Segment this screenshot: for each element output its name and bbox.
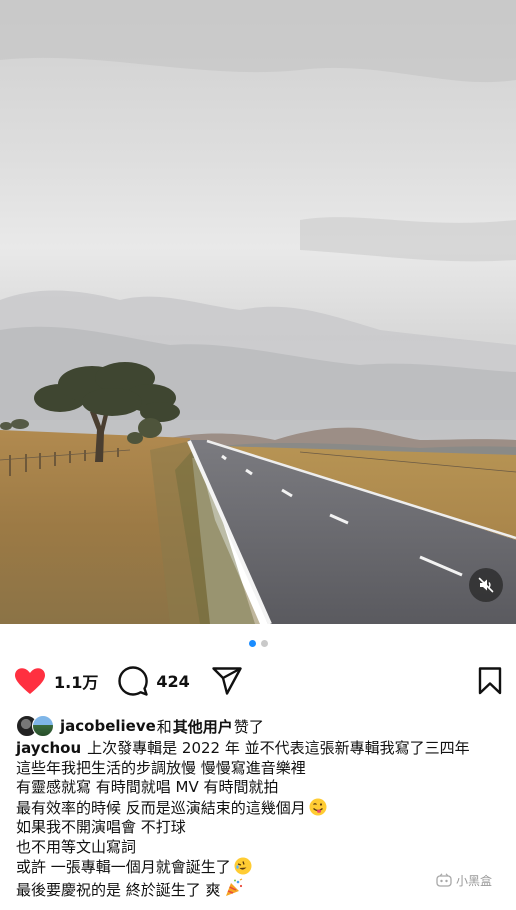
like-button[interactable]: 1.1万 (14, 667, 98, 695)
caption-line: 最後要慶祝的是 終於誕生了 爽 (16, 877, 506, 901)
caption-line: 最有效率的時候 反而是巡演結束的這幾個月 (16, 798, 506, 819)
party-popper-emoji (225, 877, 242, 896)
caption-text: 上次發專輯是 2022 年 並不代表這張新專輯我寫了三四年 (87, 739, 470, 757)
caption-author[interactable]: jaychou (16, 739, 81, 757)
caption-line: 有靈感就寫 有時間就唱 MV 有時間就拍 (16, 778, 279, 796)
heart-icon (15, 668, 45, 694)
caption-line: 也不用等文山寫詞 (16, 837, 137, 856)
post-media[interactable] (0, 0, 516, 624)
likes-connector: 和 (156, 717, 172, 736)
bookmark-icon (478, 667, 502, 695)
caption-line: 如果我不開演唱會 不打球 (16, 818, 186, 836)
share-button[interactable] (212, 667, 242, 695)
save-button[interactable] (478, 667, 502, 695)
carousel-dot (260, 640, 268, 647)
caption-text: 或許 一張專輯一個月就會誕生了 (16, 858, 231, 876)
rolling-laughing-emoji (234, 857, 252, 875)
comment-button[interactable]: 424 (118, 666, 190, 696)
comment-bubble-icon (118, 666, 149, 696)
mute-button[interactable] (469, 568, 503, 602)
watermark-text: 小黑盒 (456, 873, 493, 888)
carousel-indicator (0, 640, 516, 647)
comment-count: 424 (156, 671, 190, 691)
carousel-dot-active (248, 640, 256, 647)
paper-plane-icon (212, 667, 242, 695)
watermark: 小黑盒 (436, 871, 492, 889)
like-count[interactable]: 1.1万 (54, 669, 98, 693)
liker-username[interactable]: jacobelieve (60, 717, 156, 735)
caption-line: 這些年我把生活的步調放慢 慢慢寫進音樂裡 (16, 758, 306, 777)
caption-text: 最有效率的時候 反而是巡演結束的這幾個月 (16, 798, 306, 817)
caption-text: 最後要慶祝的是 終於誕生了 爽 (16, 880, 221, 899)
winking-face-tongue-emoji (309, 798, 327, 815)
caption-line: 或許 一張專輯一個月就會誕生了 (16, 857, 506, 878)
xiaoheihe-logo-icon (436, 873, 452, 887)
likes-suffix: 赞了 (233, 717, 264, 736)
likes-others-link[interactable]: 其他用户 (173, 716, 233, 737)
liker-avatar[interactable] (32, 715, 54, 737)
post-action-bar: 1.1万 424 (14, 662, 502, 700)
speaker-muted-icon (478, 577, 494, 593)
road-landscape-photo (0, 0, 516, 624)
caption-line: jaychou 上次發專輯是 2022 年 並不代表這張新專輯我寫了三四年 (16, 739, 506, 759)
likes-summary[interactable]: jacobelieve 和 其他用户 赞了 (16, 713, 265, 739)
post-caption: jaychou 上次發專輯是 2022 年 並不代表這張新專輯我寫了三四年 這些年… (16, 739, 506, 900)
